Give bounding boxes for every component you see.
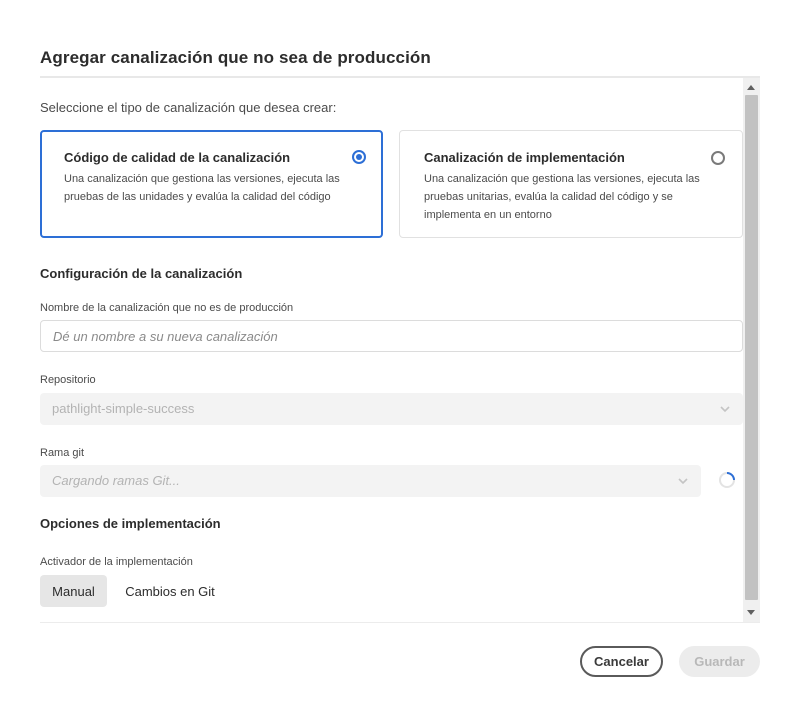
git-branch-select[interactable]: Cargando ramas Git... bbox=[40, 465, 701, 497]
git-branch-placeholder: Cargando ramas Git... bbox=[52, 473, 180, 488]
add-pipeline-dialog: Agregar canalización que no sea de produ… bbox=[0, 0, 797, 716]
trigger-manual-button[interactable]: Manual bbox=[40, 575, 107, 607]
footer-divider bbox=[40, 622, 760, 623]
repository-select[interactable]: pathlight-simple-success bbox=[40, 393, 743, 425]
card-description: Una canalización que gestiona las versio… bbox=[64, 173, 340, 203]
deployment-options-heading: Opciones de implementación bbox=[40, 516, 221, 531]
scroll-up-arrow-icon[interactable] bbox=[747, 85, 755, 90]
trigger-git-changes-button[interactable]: Cambios en Git bbox=[115, 575, 225, 607]
radio-checked-icon[interactable] bbox=[352, 150, 366, 164]
dialog-title: Agregar canalización que no sea de produ… bbox=[40, 48, 431, 67]
cancel-button[interactable]: Cancelar bbox=[580, 646, 663, 677]
git-branch-label: Rama git bbox=[40, 447, 85, 459]
chevron-down-icon bbox=[678, 478, 688, 485]
dialog-scroll-area: Seleccione el tipo de canalización que d… bbox=[40, 78, 760, 622]
pipeline-name-label: Nombre de la canalización que no es de p… bbox=[40, 302, 294, 314]
repository-value: pathlight-simple-success bbox=[52, 401, 195, 416]
repository-label: Repositorio bbox=[40, 374, 96, 386]
pipeline-name-input[interactable] bbox=[40, 320, 743, 352]
save-button[interactable]: Guardar bbox=[679, 646, 760, 677]
pipeline-config-heading: Configuración de la canalización bbox=[40, 266, 243, 281]
pipeline-type-card-code-quality[interactable]: Código de calidad de la canalización Una… bbox=[40, 130, 383, 238]
pipeline-type-prompt: Seleccione el tipo de canalización que d… bbox=[40, 100, 337, 115]
card-description: Una canalización que gestiona las versio… bbox=[424, 173, 700, 221]
scroll-down-arrow-icon[interactable] bbox=[747, 610, 755, 615]
scrollbar-thumb[interactable] bbox=[745, 95, 758, 600]
deployment-trigger-label: Activador de la implementación bbox=[40, 556, 193, 568]
card-title: Código de calidad de la canalización bbox=[64, 150, 291, 165]
chevron-down-icon bbox=[720, 406, 730, 413]
spinner-icon bbox=[719, 472, 735, 488]
pipeline-type-card-deployment[interactable]: Canalización de implementación Una canal… bbox=[399, 130, 743, 238]
vertical-scrollbar[interactable] bbox=[743, 78, 760, 622]
radio-unchecked-icon[interactable] bbox=[711, 151, 725, 165]
card-title: Canalización de implementación bbox=[424, 150, 625, 165]
